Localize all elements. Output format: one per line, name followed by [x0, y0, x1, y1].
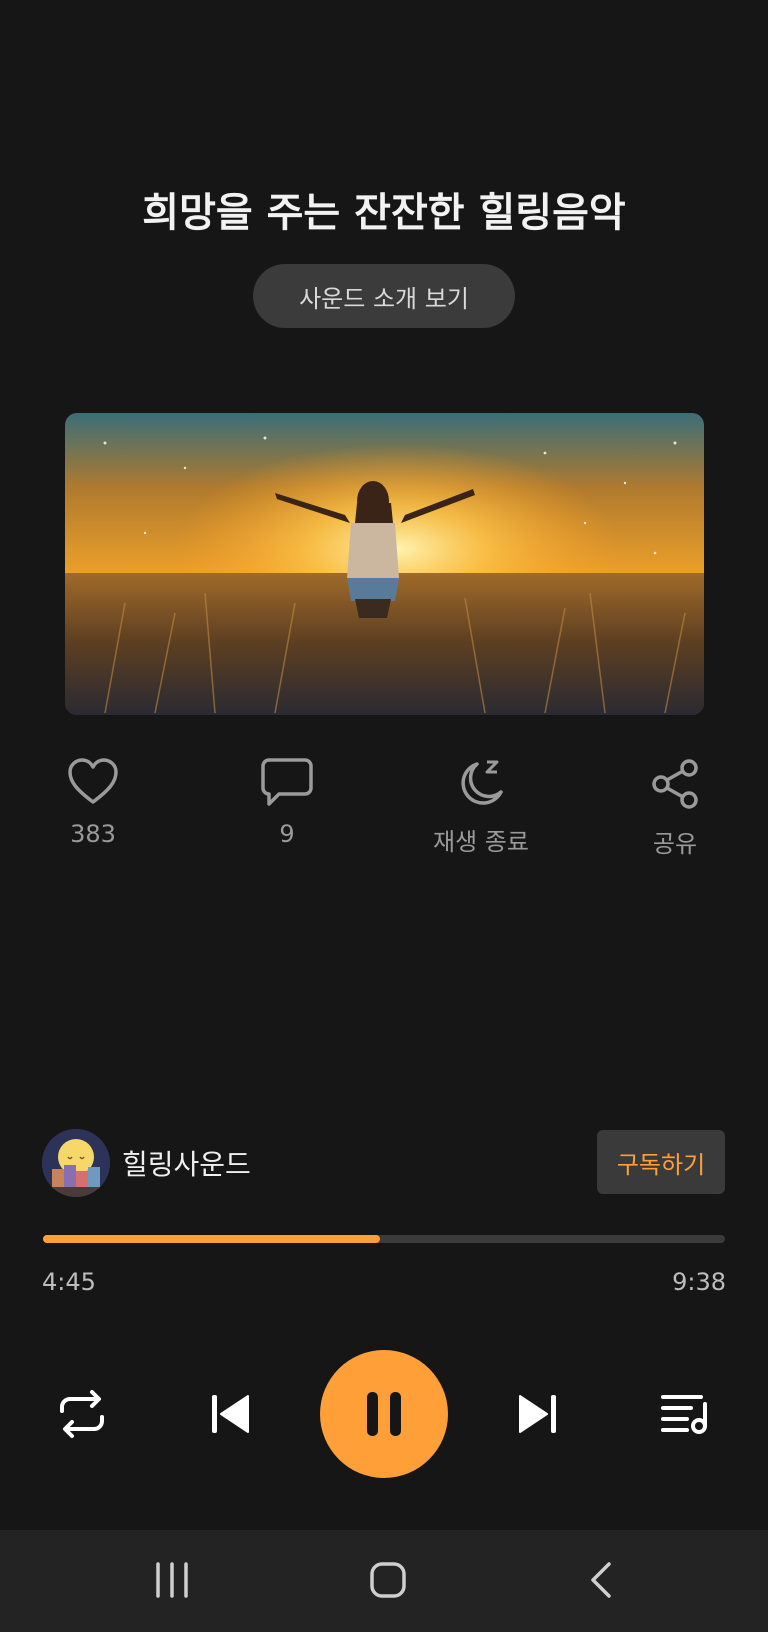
pause-icon: [367, 1392, 401, 1436]
recent-apps-icon: [156, 1562, 188, 1598]
elapsed-time: 4:45: [42, 1268, 96, 1296]
comment-icon: [261, 758, 313, 806]
repeat-icon: [60, 1390, 104, 1438]
sleep-timer-button[interactable]: 재생 종료: [406, 758, 556, 857]
channel-name: 힐링사운드: [122, 1148, 251, 1181]
progress-fill: [43, 1235, 380, 1243]
moon-sleep-icon: [461, 760, 503, 805]
share-icon: [652, 759, 698, 809]
next-icon: [519, 1395, 556, 1433]
comment-count: 9: [279, 820, 295, 848]
back-button[interactable]: [570, 1552, 634, 1608]
share-label: 공유: [652, 830, 698, 858]
playlist-icon: [661, 1395, 707, 1434]
home-icon: [370, 1562, 406, 1598]
previous-button[interactable]: [200, 1384, 260, 1444]
cover-image: [65, 413, 704, 715]
sleep-timer-label: 재생 종료: [433, 828, 529, 856]
page-title: 희망을 주는 잔잔한 힐링음악: [142, 190, 626, 236]
progress-bar[interactable]: [43, 1235, 725, 1243]
comment-button[interactable]: 9: [212, 758, 362, 848]
total-duration: 9:38: [672, 1268, 726, 1296]
like-button[interactable]: 383: [18, 758, 168, 848]
pause-button[interactable]: [320, 1350, 448, 1478]
system-nav-bar: [0, 1530, 768, 1632]
back-icon: [591, 1562, 611, 1598]
like-count: 383: [70, 820, 116, 848]
share-button[interactable]: 공유: [600, 758, 750, 859]
heart-icon: [68, 758, 118, 804]
subscribe-button[interactable]: 구독하기: [597, 1130, 725, 1194]
home-button[interactable]: [356, 1552, 420, 1608]
playlist-button[interactable]: [654, 1384, 718, 1444]
recent-apps-button[interactable]: [140, 1552, 204, 1608]
previous-icon: [212, 1395, 249, 1433]
channel-info[interactable]: 힐링사운드: [42, 1128, 251, 1198]
sound-intro-button[interactable]: 사운드 소개 보기: [253, 264, 515, 328]
next-button[interactable]: [508, 1384, 568, 1444]
repeat-button[interactable]: [50, 1384, 114, 1444]
channel-avatar: [42, 1129, 110, 1197]
